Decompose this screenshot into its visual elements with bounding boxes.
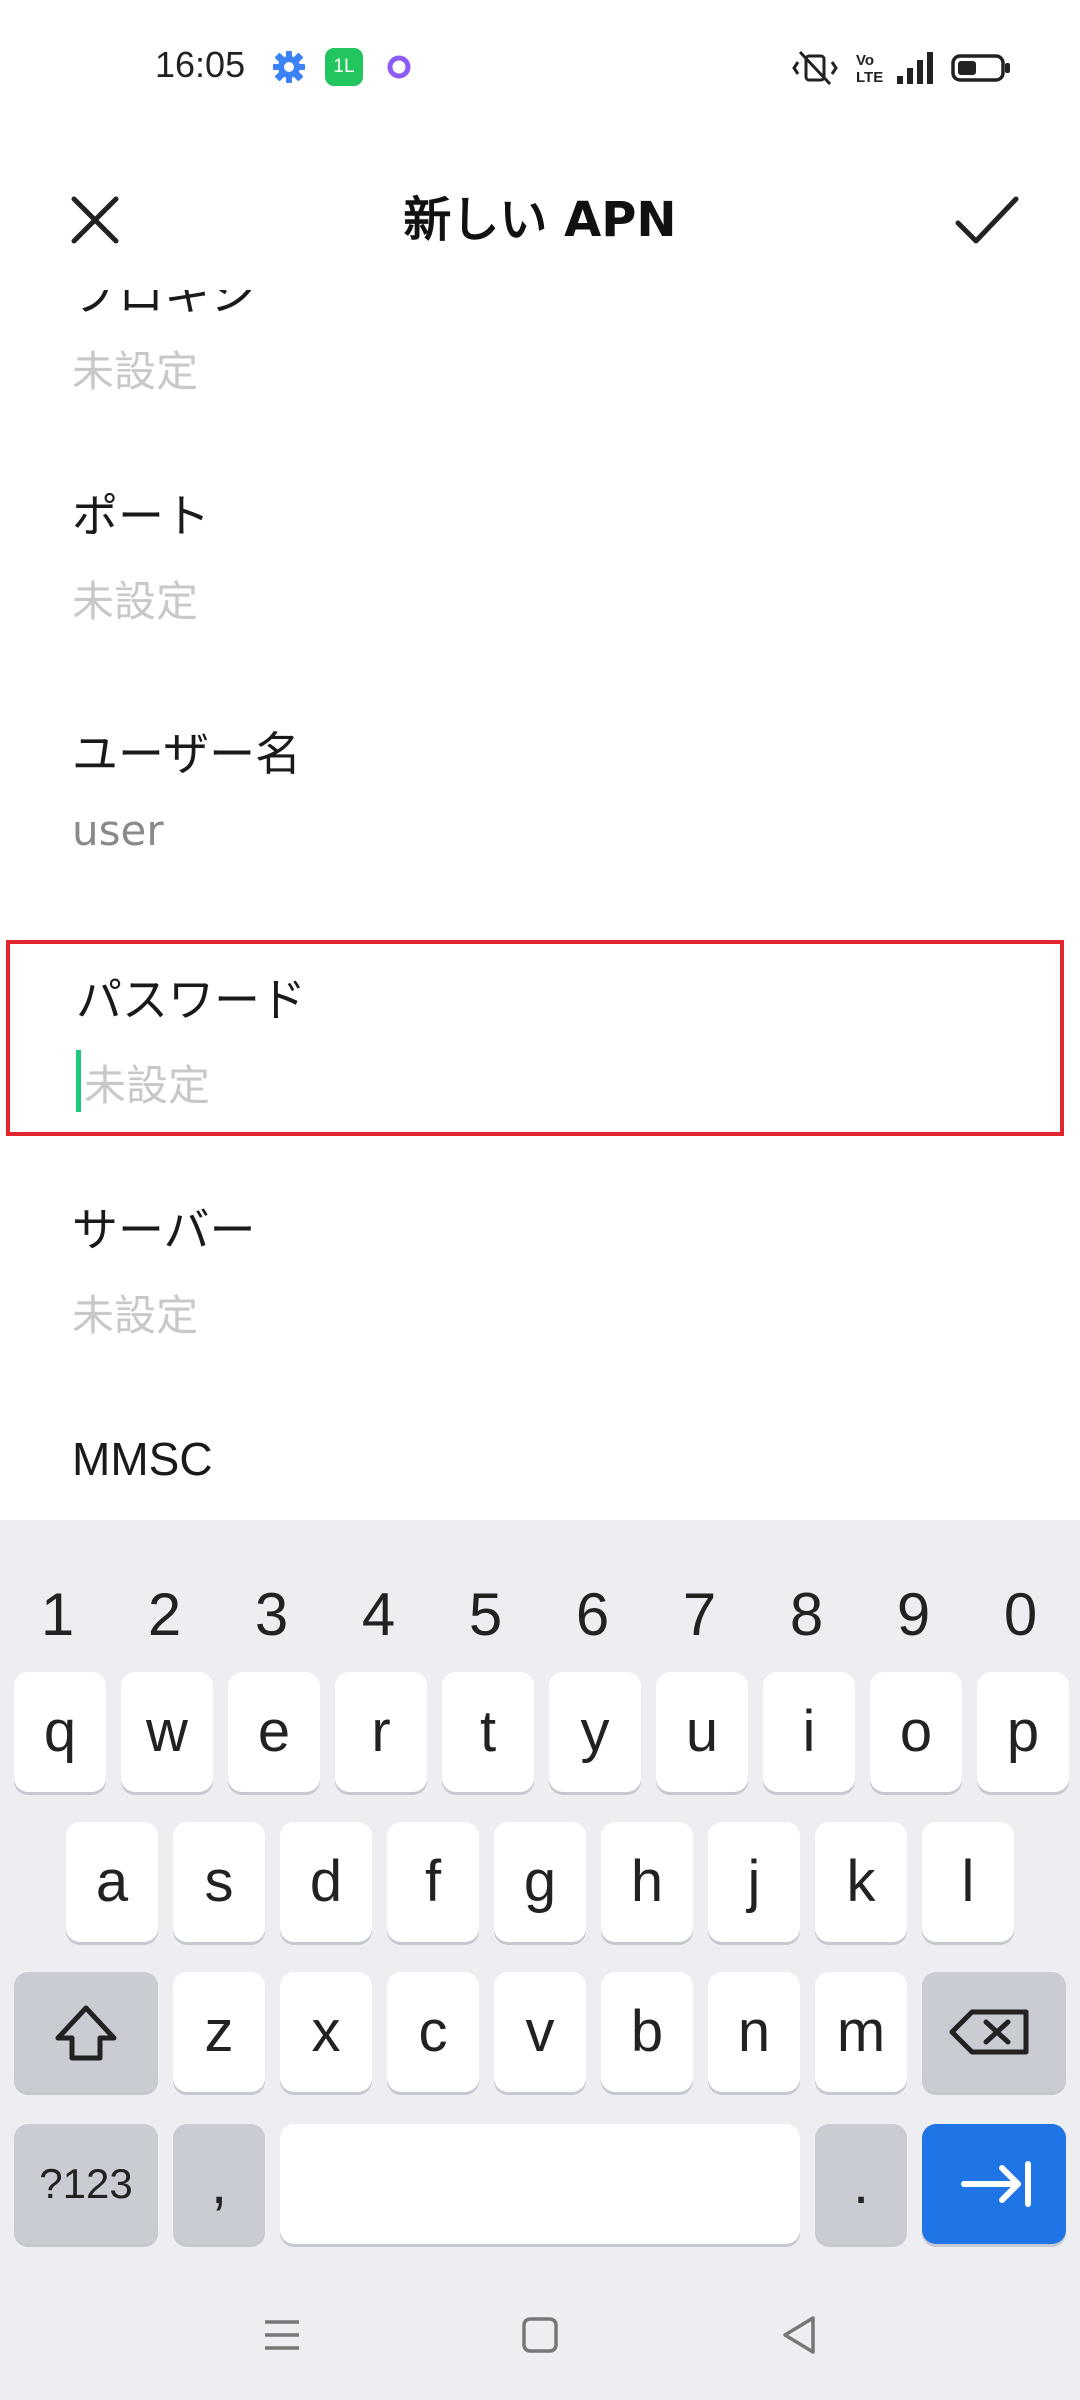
green-app-icon: 1L [325, 48, 363, 86]
comma-key[interactable]: , [173, 2124, 265, 2244]
purple-ring-icon [387, 55, 411, 79]
key-7[interactable]: 7 [646, 1550, 753, 1680]
key-v[interactable]: v [494, 1972, 586, 2092]
field-value: 未設定 [72, 347, 199, 396]
page-title: 新しい APN [403, 192, 677, 248]
field-proxy[interactable]: プロキシ 未設定 [0, 290, 1080, 410]
key-q[interactable]: q [14, 1672, 106, 1792]
field-server[interactable]: サーバー 未設定 [0, 1194, 1080, 1432]
system-nav-bar [0, 2270, 1080, 2400]
menu-icon[interactable] [257, 2310, 307, 2360]
field-port[interactable]: ポート 未設定 [0, 480, 1080, 718]
backspace-key[interactable] [922, 1972, 1066, 2092]
backspace-icon [949, 2009, 1029, 2055]
key-0[interactable]: 0 [967, 1550, 1074, 1680]
key-x[interactable]: x [280, 1972, 372, 2092]
key-6[interactable]: 6 [539, 1550, 646, 1680]
key-o[interactable]: o [870, 1672, 962, 1792]
key-y[interactable]: y [549, 1672, 641, 1792]
key-j[interactable]: j [708, 1822, 800, 1942]
field-label: パスワード [76, 973, 306, 1027]
key-k[interactable]: k [815, 1822, 907, 1942]
green-app-text: 1L [333, 56, 355, 77]
key-l[interactable]: l [922, 1822, 1014, 1942]
key-8[interactable]: 8 [753, 1550, 860, 1680]
field-value: 未設定 [72, 1291, 199, 1340]
key-t[interactable]: t [442, 1672, 534, 1792]
key-n[interactable]: n [708, 1972, 800, 2092]
password-field-highlight[interactable]: パスワード 未設定 [6, 940, 1064, 1136]
shift-icon [55, 2005, 117, 2061]
field-username[interactable]: ユーザー名 user [0, 718, 1080, 956]
key-z[interactable]: z [173, 1972, 265, 2092]
keyboard: 1 2 3 4 5 6 7 8 9 0 q w e r t y u i o p … [0, 1520, 1080, 2270]
key-m[interactable]: m [815, 1972, 907, 2092]
signal-icon [897, 52, 933, 84]
settings-gear-icon [273, 51, 305, 83]
key-b[interactable]: b [601, 1972, 693, 2092]
key-p[interactable]: p [977, 1672, 1069, 1792]
key-e[interactable]: e [228, 1672, 320, 1792]
key-s[interactable]: s [173, 1822, 265, 1942]
home-icon[interactable] [515, 2310, 565, 2360]
volte-icon: Vo LTE [856, 52, 884, 86]
battery-icon [951, 54, 1010, 82]
symbols-key[interactable]: ?123 [14, 2124, 158, 2244]
period-key[interactable]: . [815, 2124, 907, 2244]
vibrate-icon [792, 50, 838, 86]
text-cursor [76, 1050, 81, 1112]
key-d[interactable]: d [280, 1822, 372, 1942]
back-icon[interactable] [773, 2310, 823, 2360]
number-row: 1 2 3 4 5 6 7 8 9 0 [0, 1550, 1080, 1680]
key-r[interactable]: r [335, 1672, 427, 1792]
status-bar: 16:05 1L Vo LTE [0, 0, 1080, 140]
status-time: 16:05 [155, 44, 246, 85]
key-3[interactable]: 3 [218, 1550, 325, 1680]
app-bar: 新しい APN [0, 140, 1080, 290]
key-u[interactable]: u [656, 1672, 748, 1792]
key-5[interactable]: 5 [432, 1550, 539, 1680]
field-label: プロキシ [72, 290, 256, 321]
field-value: user [72, 806, 164, 855]
field-value: 未設定 [72, 577, 199, 626]
next-key[interactable] [922, 2124, 1066, 2244]
apn-field-list: プロキシ 未設定 ポート 未設定 ユーザー名 user サーバー 未設定 MMS… [0, 290, 1080, 1520]
key-c[interactable]: c [387, 1972, 479, 2092]
key-i[interactable]: i [763, 1672, 855, 1792]
key-f[interactable]: f [387, 1822, 479, 1942]
field-label: ポート [72, 489, 210, 543]
key-w[interactable]: w [121, 1672, 213, 1792]
key-h[interactable]: h [601, 1822, 693, 1942]
tab-next-icon [961, 2161, 1031, 2207]
key-a[interactable]: a [66, 1822, 158, 1942]
check-icon[interactable] [950, 185, 1026, 255]
field-label: ユーザー名 [72, 727, 302, 781]
space-key[interactable] [280, 2124, 800, 2244]
field-mmsc[interactable]: MMSC [0, 1432, 1080, 1520]
key-4[interactable]: 4 [325, 1550, 432, 1680]
password-input[interactable]: 未設定 [84, 1052, 210, 1113]
field-label: サーバー [72, 1203, 256, 1257]
key-g[interactable]: g [494, 1822, 586, 1942]
field-label: MMSC [72, 1433, 213, 1485]
key-2[interactable]: 2 [111, 1550, 218, 1680]
key-1[interactable]: 1 [4, 1550, 111, 1680]
shift-key[interactable] [14, 1972, 158, 2092]
key-9[interactable]: 9 [860, 1550, 967, 1680]
